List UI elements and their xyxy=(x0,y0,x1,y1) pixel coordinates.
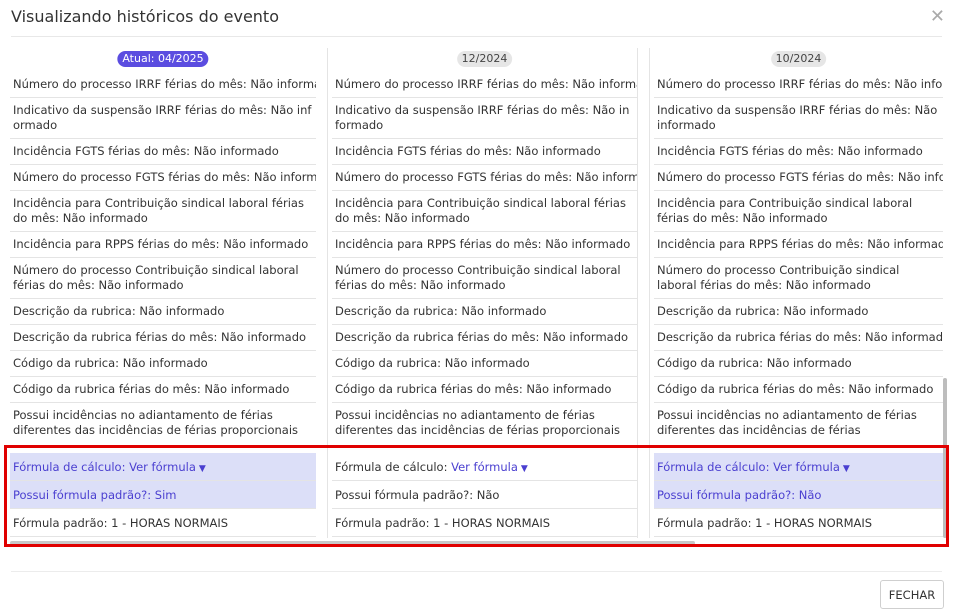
modal-title: Visualizando históricos do evento xyxy=(11,7,279,26)
field-row: Descrição da rubrica: Não informado xyxy=(332,299,637,325)
field-row: Código da rubrica: Não informado xyxy=(332,351,637,377)
field-row: Descrição da rubrica férias do mês: Não … xyxy=(10,325,316,351)
formula-section: Fórmula de cálculo: Ver fórmula ▼ Possui f… xyxy=(10,453,316,537)
formula-row: Fórmula de cálculo: Ver fórmula ▼ xyxy=(332,453,637,481)
formula-label: Fórmula de cálculo: xyxy=(13,460,126,474)
field-row: Indicativo da suspensão IRRF férias do m… xyxy=(332,98,637,139)
footer-divider xyxy=(11,571,942,572)
field-row: Código da rubrica férias do mês: Não inf… xyxy=(332,377,637,403)
formula-section: Fórmula de cálculo: Ver fórmula ▼ Possui f… xyxy=(654,453,943,537)
column-header: Atual: 04/2025 xyxy=(10,48,316,72)
field-row: Número do processo IRRF férias do mês: N… xyxy=(10,72,316,98)
field-list: Número do processo IRRF férias do mês: N… xyxy=(332,72,637,439)
field-row: Incidência FGTS férias do mês: Não infor… xyxy=(654,139,943,165)
default-formula-question-row: Possui fórmula padrão?: Não xyxy=(654,481,943,509)
history-column: 12/2024 Número do processo IRRF férias do… xyxy=(332,48,637,439)
column-header: 10/2024 xyxy=(654,48,943,72)
default-formula-row: Fórmula padrão: 1 - HORAS NORMAIS xyxy=(332,509,637,537)
field-row: Descrição da rubrica: Não informado xyxy=(654,299,943,325)
close-icon[interactable]: ✕ xyxy=(930,6,945,27)
chevron-down-icon: ▼ xyxy=(520,464,528,474)
field-row: Incidência para RPPS férias do mês: Não … xyxy=(654,232,943,258)
field-row: Número do processo Contribuição sindical… xyxy=(10,258,316,299)
field-row: Número do processo Contribuição sindical… xyxy=(654,258,943,299)
formula-section: Fórmula de cálculo: Ver fórmula ▼ Possui f… xyxy=(332,453,637,537)
default-formula-question-row: Possui fórmula padrão?: Não xyxy=(332,481,637,509)
view-formula-label: Ver fórmula xyxy=(773,460,840,474)
chevron-down-icon: ▼ xyxy=(842,464,850,474)
view-formula-label: Ver fórmula xyxy=(129,460,196,474)
view-formula-link[interactable]: Ver fórmula ▼ xyxy=(451,460,528,474)
field-row: Número do processo FGTS férias do mês: N… xyxy=(10,165,316,191)
field-row: Código da rubrica férias do mês: Não inf… xyxy=(10,377,316,403)
column-separator xyxy=(327,48,328,538)
view-formula-link[interactable]: Ver fórmula ▼ xyxy=(773,460,850,474)
field-row: Código da rubrica: Não informado xyxy=(10,351,316,377)
field-row: Incidência para RPPS férias do mês: Não … xyxy=(332,232,637,258)
field-row: Incidência para RPPS férias do mês: Não … xyxy=(10,232,316,258)
column-separator xyxy=(637,48,638,538)
field-row: Incidência para Contribuição sindical la… xyxy=(654,191,943,232)
field-row: Incidência para Contribuição sindical la… xyxy=(332,191,637,232)
field-list: Número do processo IRRF férias do mês: N… xyxy=(10,72,316,439)
horizontal-scrollbar[interactable] xyxy=(10,541,695,545)
field-row: Incidência para Contribuição sindical la… xyxy=(10,191,316,232)
field-row: Descrição da rubrica férias do mês: Não … xyxy=(332,325,637,351)
history-column: 10/2024 Número do processo IRRF férias do… xyxy=(654,48,943,439)
period-badge: 10/2024 xyxy=(770,51,827,67)
field-row: Indicativo da suspensão IRRF férias do m… xyxy=(654,98,943,139)
column-header: 12/2024 xyxy=(332,48,637,72)
vertical-scrollbar[interactable] xyxy=(943,378,947,538)
field-row: Incidência FGTS férias do mês: Não infor… xyxy=(332,139,637,165)
default-formula-row: Fórmula padrão: 1 - HORAS NORMAIS xyxy=(654,509,943,537)
field-row: Possui incidências no adiantamento de fé… xyxy=(654,403,943,439)
view-formula-label: Ver fórmula xyxy=(451,460,518,474)
default-formula-row: Fórmula padrão: 1 - HORAS NORMAIS xyxy=(10,509,316,537)
field-row: Código da rubrica férias do mês: Não inf… xyxy=(654,377,943,403)
field-row: Número do processo FGTS férias do mês: N… xyxy=(654,165,943,191)
field-row: Número do processo IRRF férias do mês: N… xyxy=(654,72,943,98)
field-row: Número do processo IRRF férias do mês: N… xyxy=(332,72,637,98)
column-separator xyxy=(649,48,650,538)
field-row: Número do processo Contribuição sindical… xyxy=(332,258,637,299)
formula-row: Fórmula de cálculo: Ver fórmula ▼ xyxy=(654,453,943,481)
field-row: Possui incidências no adiantamento de fé… xyxy=(332,403,637,439)
header-divider xyxy=(11,36,942,37)
chevron-down-icon: ▼ xyxy=(198,464,206,474)
field-list: Número do processo IRRF férias do mês: N… xyxy=(654,72,943,439)
period-badge: 12/2024 xyxy=(456,51,513,67)
default-formula-question-row: Possui fórmula padrão?: Sim xyxy=(10,481,316,509)
formula-label: Fórmula de cálculo: xyxy=(335,460,448,474)
field-row: Possui incidências no adiantamento de fé… xyxy=(10,403,316,439)
field-row: Descrição da rubrica: Não informado xyxy=(10,299,316,325)
history-column: Atual: 04/2025 Número do processo IRRF fé… xyxy=(10,48,316,439)
field-row: Número do processo FGTS férias do mês: N… xyxy=(332,165,637,191)
formula-label: Fórmula de cálculo: xyxy=(657,460,770,474)
field-row: Indicativo da suspensão IRRF férias do m… xyxy=(10,98,316,139)
field-row: Código da rubrica: Não informado xyxy=(654,351,943,377)
field-row: Incidência FGTS férias do mês: Não infor… xyxy=(10,139,316,165)
field-row: Descrição da rubrica férias do mês: Não … xyxy=(654,325,943,351)
formula-row: Fórmula de cálculo: Ver fórmula ▼ xyxy=(10,453,316,481)
period-badge: Atual: 04/2025 xyxy=(117,51,209,67)
view-formula-link[interactable]: Ver fórmula ▼ xyxy=(129,460,206,474)
close-button[interactable]: FECHAR xyxy=(880,580,944,609)
